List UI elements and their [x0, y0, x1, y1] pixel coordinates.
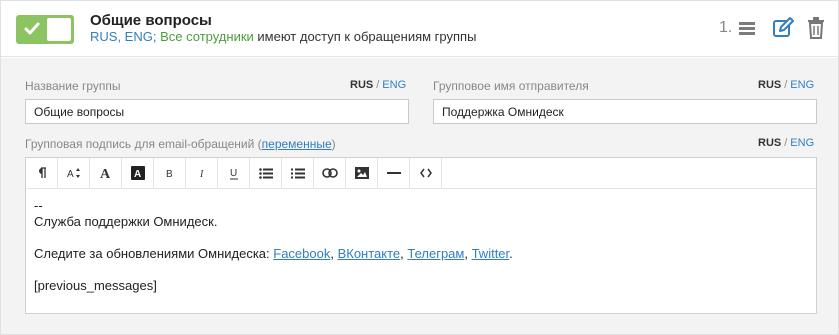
group-name-input[interactable]: Общие вопросы — [25, 99, 409, 124]
text-color-icon[interactable]: A — [90, 158, 122, 188]
edit-icon[interactable] — [772, 17, 794, 39]
signature-dashes: -- — [34, 198, 43, 213]
italic-icon[interactable]: I — [186, 158, 218, 188]
editor-toolbar: A A A B I U — [26, 158, 816, 189]
group-order: 1. — [719, 19, 733, 36]
bold-icon[interactable]: B — [154, 158, 186, 188]
group-settings-form: Название группы RUS / ENG Общие вопросы Гр… — [1, 58, 838, 334]
background-color-icon[interactable]: A — [122, 158, 154, 188]
lang-eng[interactable]: ENG — [382, 79, 406, 91]
underline-icon[interactable]: U — [218, 158, 250, 188]
svg-text:A: A — [67, 169, 74, 179]
image-icon[interactable] — [346, 158, 378, 188]
lang-rus[interactable]: RUS — [350, 79, 373, 91]
font-size-icon[interactable]: A — [58, 158, 90, 188]
facebook-link[interactable]: Facebook — [273, 246, 330, 261]
group-card: Общие вопросы RUS, ENG; Все сотрудники и… — [0, 0, 839, 335]
variables-link[interactable]: переменные — [262, 137, 332, 151]
horizontal-rule-icon[interactable] — [378, 158, 410, 188]
vkontakte-link[interactable]: ВКонтакте — [338, 246, 401, 261]
toggle-knob — [47, 18, 71, 41]
svg-text:U: U — [230, 168, 237, 179]
group-enabled-toggle[interactable] — [16, 15, 74, 44]
link-icon[interactable] — [314, 158, 346, 188]
group-header: Общие вопросы RUS, ENG; Все сотрудники и… — [1, 1, 838, 57]
follow-line: Следите за обновлениями Омнидеска: Faceb… — [34, 246, 513, 261]
svg-text:B: B — [166, 169, 173, 179]
signature-line: Служба поддержки Омнидеск. — [34, 214, 218, 229]
telegram-link[interactable]: Телеграм — [407, 246, 464, 261]
drag-handle-icon[interactable] — [739, 22, 755, 36]
check-icon — [24, 22, 40, 35]
svg-text:A: A — [134, 169, 141, 180]
sender-name-label: Групповое имя отправителя — [433, 79, 589, 93]
group-subtitle: RUS, ENG; Все сотрудники имеют доступ к … — [90, 29, 476, 44]
editor-content[interactable]: -- Служба поддержки Омнидеск. Следите за… — [34, 198, 513, 294]
group-name-label: Название группы — [25, 79, 121, 93]
signature-label: Групповая подпись для email-обращений (п… — [25, 137, 336, 151]
twitter-link[interactable]: Twitter — [472, 246, 510, 261]
previous-messages-variable: [previous_messages] — [34, 278, 157, 293]
unordered-list-icon[interactable] — [250, 158, 282, 188]
access-text: имеют доступ к обращениям группы — [257, 29, 477, 44]
trash-icon[interactable] — [807, 17, 825, 39]
group-name-lang-switch: RUS / ENG — [350, 79, 407, 91]
svg-text:I: I — [199, 169, 204, 179]
group-title: Общие вопросы — [90, 12, 212, 29]
signature-editor: A A A B I U -- Служба поддержки Омнидеск… — [25, 157, 817, 314]
paragraph-icon[interactable] — [26, 158, 58, 188]
group-languages: RUS, ENG; — [90, 29, 157, 44]
lang-eng[interactable]: ENG — [790, 137, 814, 149]
access-group[interactable]: Все сотрудники — [160, 29, 254, 44]
sender-name-lang-switch: RUS / ENG — [758, 79, 815, 91]
lang-eng[interactable]: ENG — [790, 79, 814, 91]
ordered-list-icon[interactable] — [282, 158, 314, 188]
lang-rus[interactable]: RUS — [758, 137, 781, 149]
svg-text:A: A — [100, 167, 111, 180]
lang-rus[interactable]: RUS — [758, 79, 781, 91]
signature-lang-switch: RUS / ENG — [758, 137, 815, 149]
sender-name-input[interactable]: Поддержка Омнидеск — [433, 99, 817, 124]
code-view-icon[interactable] — [410, 158, 442, 188]
